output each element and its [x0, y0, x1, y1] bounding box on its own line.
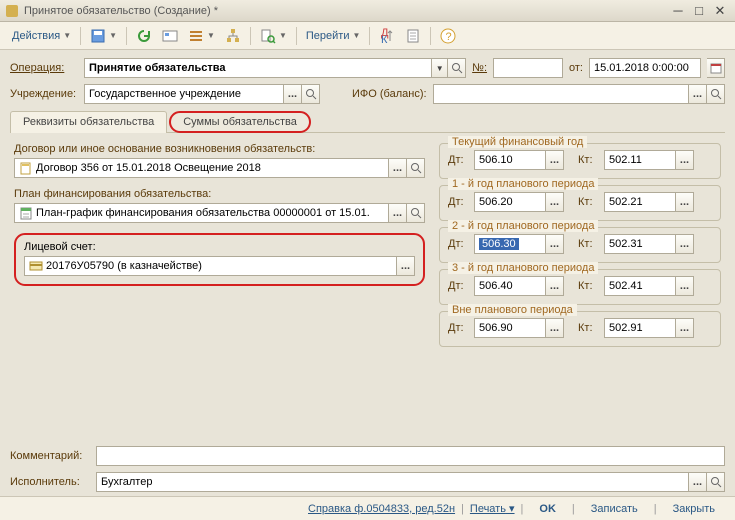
toolbar-doc-icon[interactable] — [401, 26, 425, 46]
close-button[interactable]: Закрыть — [663, 501, 725, 517]
toolbar-save-icon[interactable]: ▼ — [86, 26, 121, 46]
number-input[interactable] — [493, 58, 563, 78]
svg-text:К: К — [381, 34, 388, 44]
account-input[interactable]: 20176У05790 (в казначействе) — [24, 256, 397, 276]
plan-value: План-график финансирования обязательства… — [36, 207, 370, 219]
fy-y1-dt[interactable]: 506.20 — [474, 192, 546, 212]
institution-picker[interactable]: ... — [284, 84, 302, 104]
fy-current: Текущий финансовый год Дт: 506.10... Кт:… — [439, 143, 721, 179]
tab-requisites[interactable]: Реквизиты обязательства — [10, 111, 167, 133]
fy-y1-kt[interactable]: 502.21 — [604, 192, 676, 212]
operation-label: Операция: — [10, 62, 78, 74]
date-picker-icon[interactable] — [707, 58, 725, 78]
account-picker[interactable]: ... — [397, 256, 415, 276]
operation-dropdown[interactable]: ▼ — [432, 58, 448, 78]
fy-y3-dt[interactable]: 506.40 — [474, 276, 546, 296]
executor-label: Исполнитель: — [10, 476, 90, 488]
account-icon — [29, 259, 43, 273]
executor-picker[interactable]: ... — [689, 472, 707, 492]
contract-value: Договор 356 от 15.01.2018 Освещение 2018 — [36, 162, 261, 174]
tab-sums[interactable]: Суммы обязательства — [169, 111, 311, 133]
toolbar-card-icon[interactable] — [158, 26, 182, 46]
contract-picker[interactable]: ... — [389, 158, 407, 178]
toolbar-find-icon[interactable]: ▼ — [256, 26, 291, 46]
fy-y2-dt-picker[interactable]: ... — [546, 234, 564, 254]
fy-y2-kt[interactable]: 502.31 — [604, 234, 676, 254]
fy-y3: 3 - й год планового периода Дт: 506.40..… — [439, 269, 721, 305]
fy-current-kt-picker[interactable]: ... — [676, 150, 694, 170]
contract-input[interactable]: Договор 356 от 15.01.2018 Освещение 2018 — [14, 158, 389, 178]
fy-y2: 2 - й год планового периода Дт: 506.30..… — [439, 227, 721, 263]
actions-menu[interactable]: Действия▼ — [8, 28, 75, 44]
fy-y1-dt-picker[interactable]: ... — [546, 192, 564, 212]
ok-button[interactable]: OK — [529, 501, 566, 517]
fy-out: Вне планового периода Дт: 506.90... Кт: … — [439, 311, 721, 347]
plan-input[interactable]: План-график финансирования обязательства… — [14, 203, 389, 223]
minimize-button[interactable]: ─ — [669, 3, 687, 18]
toolbar-refresh-icon[interactable] — [132, 26, 156, 46]
institution-label: Учреждение: — [10, 88, 78, 100]
app-icon — [6, 5, 18, 17]
goto-menu[interactable]: Перейти▼ — [302, 28, 365, 44]
contract-search-icon[interactable] — [407, 158, 425, 178]
contract-label: Договор или иное основание возникновения… — [14, 143, 425, 155]
toolbar-help-icon[interactable]: ? — [436, 26, 460, 46]
plan-icon — [19, 206, 33, 220]
svg-text:?: ? — [446, 31, 452, 43]
ifo-input[interactable] — [433, 84, 689, 104]
number-label: №: — [472, 62, 487, 74]
toolbar-list-icon[interactable]: ▼ — [184, 26, 219, 46]
fy-current-dt-picker[interactable]: ... — [546, 150, 564, 170]
fy-out-dt[interactable]: 506.90 — [474, 318, 546, 338]
fy-y3-kt[interactable]: 502.41 — [604, 276, 676, 296]
account-label: Лицевой счет: — [24, 241, 96, 253]
fy-y3-dt-picker[interactable]: ... — [546, 276, 564, 296]
plan-label: План финансирования обязательства: — [14, 188, 425, 200]
fy-y2-kt-picker[interactable]: ... — [676, 234, 694, 254]
fy-y3-kt-picker[interactable]: ... — [676, 276, 694, 296]
toolbar-struct-icon[interactable] — [221, 26, 245, 46]
toolbar: Действия▼ ▼ ▼ ▼ Перейти▼ ДК ? — [0, 22, 735, 50]
account-value: 20176У05790 (в казначействе) — [46, 260, 202, 272]
fy-y1: 1 - й год планового периода Дт: 506.20..… — [439, 185, 721, 221]
ifo-search-icon[interactable] — [707, 84, 725, 104]
fy-current-dt[interactable]: 506.10 — [474, 150, 546, 170]
executor-input[interactable]: Бухгалтер — [96, 472, 689, 492]
fy-y1-kt-picker[interactable]: ... — [676, 192, 694, 212]
fy-out-kt-picker[interactable]: ... — [676, 318, 694, 338]
executor-search-icon[interactable] — [707, 472, 725, 492]
comment-input[interactable] — [96, 446, 725, 466]
plan-picker[interactable]: ... — [389, 203, 407, 223]
fy-y2-dt[interactable]: 506.30 — [474, 234, 546, 254]
comment-label: Комментарий: — [10, 450, 90, 462]
fy-current-kt[interactable]: 502.11 — [604, 150, 676, 170]
close-window-button[interactable]: ✕ — [711, 3, 729, 18]
footer-ref-link[interactable]: Справка ф.0504833, ред.52н — [308, 503, 455, 515]
window-title: Принятое обязательство (Создание) * — [24, 5, 669, 17]
footer: Справка ф.0504833, ред.52н | Печать ▾ | … — [0, 496, 735, 520]
ifo-label: ИФО (баланс): — [352, 88, 427, 100]
institution-search-icon[interactable] — [302, 84, 320, 104]
ifo-picker[interactable]: ... — [689, 84, 707, 104]
operation-select[interactable]: Принятие обязательства — [84, 58, 432, 78]
fy-out-dt-picker[interactable]: ... — [546, 318, 564, 338]
date-input[interactable]: 15.01.2018 0:00:00 — [589, 58, 701, 78]
tabs: Реквизиты обязательства Суммы обязательс… — [10, 110, 725, 133]
from-label: от: — [569, 62, 583, 74]
institution-input[interactable]: Государственное учреждение — [84, 84, 284, 104]
maximize-button[interactable]: □ — [690, 3, 708, 18]
document-icon — [19, 161, 33, 175]
plan-search-icon[interactable] — [407, 203, 425, 223]
save-button[interactable]: Записать — [581, 501, 648, 517]
operation-search-icon[interactable] — [448, 58, 466, 78]
fy-out-kt[interactable]: 502.91 — [604, 318, 676, 338]
account-group: Лицевой счет: 20176У05790 (в казначейств… — [14, 233, 425, 286]
titlebar: Принятое обязательство (Создание) * ─ □ … — [0, 0, 735, 22]
toolbar-sort-icon[interactable]: ДК — [375, 26, 399, 46]
print-link[interactable]: Печать ▾ — [470, 502, 515, 515]
